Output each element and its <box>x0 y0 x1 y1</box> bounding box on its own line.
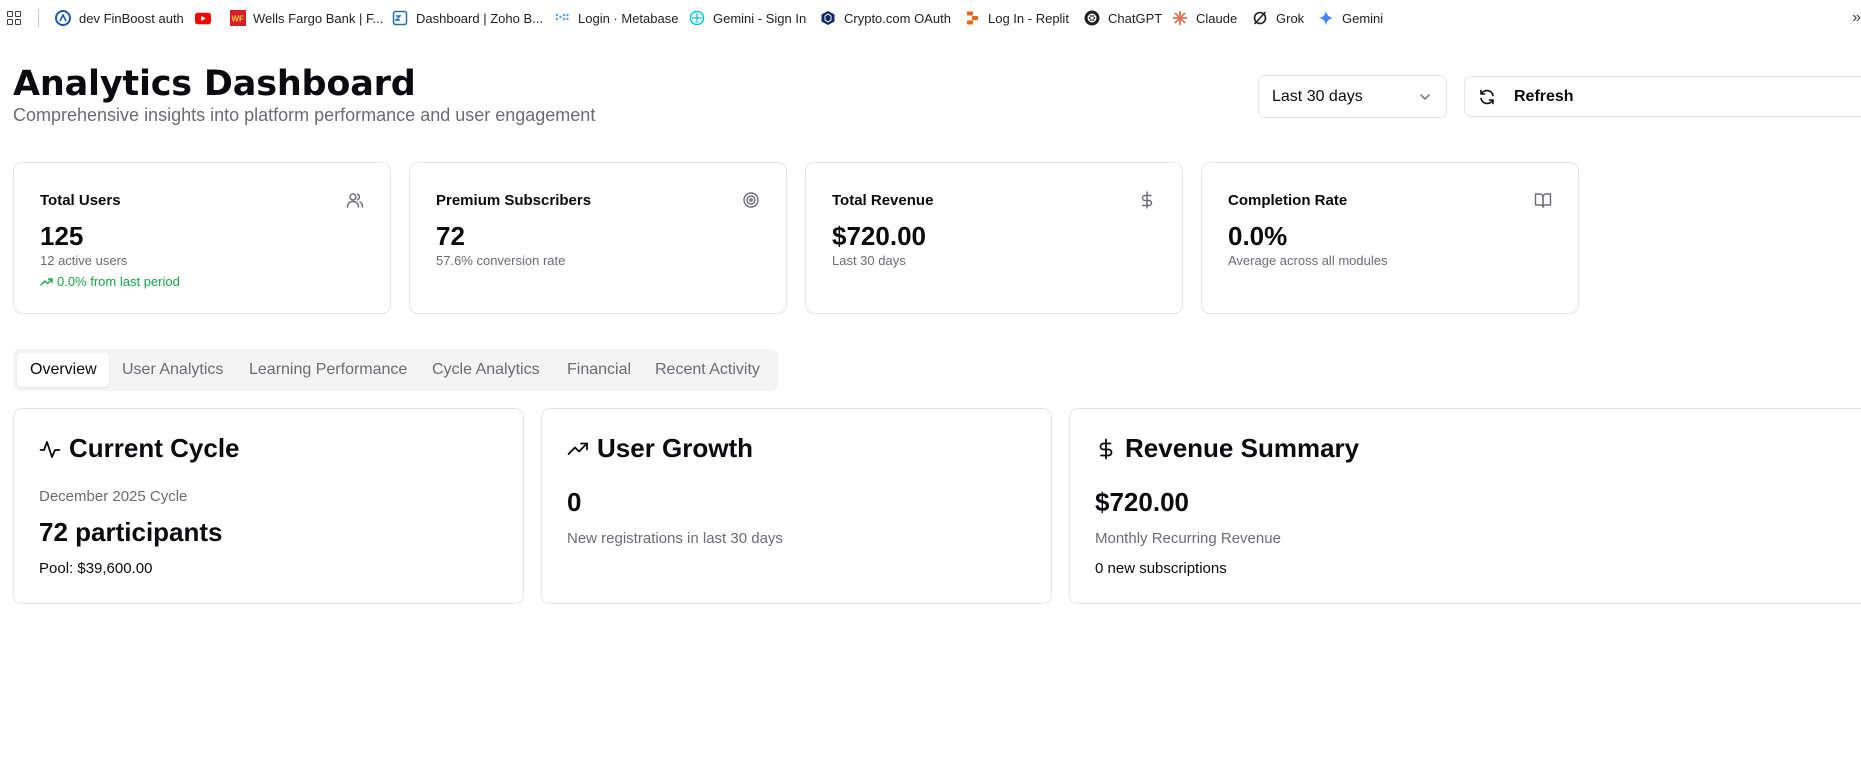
card-title: Current Cycle <box>69 433 240 463</box>
stat-value: $720.00 <box>832 221 926 251</box>
grok-icon <box>1252 10 1268 26</box>
stat-trend: 0.0% from last period <box>40 274 180 289</box>
bookmark-crypto[interactable]: Crypto.com OAuth <box>820 0 951 36</box>
cycle-name: December 2025 Cycle <box>39 488 188 505</box>
bookmark-label: Login · Metabase <box>578 10 679 26</box>
youtube-icon <box>195 10 211 26</box>
stat-subtext: 57.6% conversion rate <box>436 253 566 268</box>
replit-icon <box>964 10 980 26</box>
bookmark-label: Claude <box>1196 10 1238 26</box>
finboost-icon <box>55 10 71 26</box>
bookmark-claude[interactable]: Claude <box>1172 0 1237 36</box>
new-subscriptions: 0 new subscriptions <box>1095 560 1227 577</box>
bookmark-label: Log In - Replit <box>988 10 1069 26</box>
zoho-icon <box>392 10 408 26</box>
bookmarks-divider <box>38 9 39 27</box>
stat-label: Completion Rate <box>1228 192 1348 209</box>
dollar-icon <box>1141 191 1153 209</box>
stat-label: Total Users <box>40 192 121 209</box>
bookmark-chatgpt[interactable]: ChatGPT <box>1084 0 1162 36</box>
revenue-description: Monthly Recurring Revenue <box>1095 530 1281 547</box>
bookmark-label: Gemini - Sign In <box>713 10 807 26</box>
page-title: Analytics Dashboard <box>13 64 416 104</box>
bookmark-youtube[interactable] <box>195 0 219 36</box>
apps-grid-icon[interactable] <box>7 11 21 25</box>
stat-card-total-users: Total Users 125 12 active users 0.0% fro… <box>13 162 391 314</box>
tab-learning-performance[interactable]: Learning Performance <box>236 353 420 387</box>
more-bookmarks-icon[interactable]: » <box>1852 9 1861 27</box>
stat-label: Premium Subscribers <box>436 192 592 209</box>
gemini-icon <box>1318 10 1334 26</box>
bookmark-gemini[interactable]: Gemini <box>1318 0 1383 36</box>
stat-subtext: 12 active users <box>40 253 128 268</box>
stat-value: 72 <box>436 221 465 251</box>
bookmark-label: Dashboard | Zoho B... <box>416 10 543 26</box>
tab-cycle-analytics[interactable]: Cycle Analytics <box>419 353 553 387</box>
crypto-icon <box>820 10 836 26</box>
bookmark-wells-fargo[interactable]: WF Wells Fargo Bank | F... <box>230 0 383 36</box>
revenue-summary-card: Revenue Summary $720.00 Monthly Recurrin… <box>1069 408 1861 604</box>
metabase-icon <box>554 10 570 26</box>
date-range-value: Last 30 days <box>1272 87 1363 105</box>
revenue-value: $720.00 <box>1095 487 1189 517</box>
book-open-icon <box>1534 193 1552 208</box>
tab-recent-activity[interactable]: Recent Activity <box>642 353 773 387</box>
bookmark-label: Gemini <box>1342 10 1384 26</box>
wells-fargo-icon: WF <box>230 10 246 26</box>
stat-subtext: Last 30 days <box>832 253 906 268</box>
chevron-down-icon <box>1420 94 1430 100</box>
users-icon <box>346 193 364 208</box>
card-title: User Growth <box>597 433 754 463</box>
card-header: Current Cycle <box>39 433 240 464</box>
dashboard-tabs: Overview User Analytics Learning Perform… <box>13 349 778 391</box>
stat-card-total-revenue: Total Revenue $720.00 Last 30 days <box>805 162 1183 314</box>
user-growth-card: User Growth 0 New registrations in last … <box>541 408 1052 604</box>
stat-value: 0.0% <box>1228 221 1288 251</box>
bookmark-label: Grok <box>1276 10 1305 26</box>
refresh-button[interactable]: Refresh <box>1464 76 1861 117</box>
cycle-participants: 72 participants <box>39 517 223 547</box>
tab-user-analytics[interactable]: User Analytics <box>109 353 236 387</box>
refresh-label: Refresh <box>1514 87 1574 105</box>
stat-card-completion-rate: Completion Rate 0.0% Average across all … <box>1201 162 1579 314</box>
date-range-select[interactable]: Last 30 days <box>1258 75 1447 118</box>
bookmark-label: ChatGPT <box>1108 10 1163 26</box>
refresh-icon <box>1480 89 1494 104</box>
activity-icon <box>39 440 61 458</box>
bookmark-gemini-signin[interactable]: Gemini - Sign In <box>689 0 806 36</box>
claude-icon <box>1172 10 1188 26</box>
bookmark-metabase[interactable]: Login · Metabase <box>554 0 678 36</box>
trending-up-icon <box>40 278 53 286</box>
stat-value: 125 <box>40 221 84 251</box>
growth-description: New registrations in last 30 days <box>567 530 783 547</box>
tab-financial[interactable]: Financial <box>554 353 644 387</box>
cycle-pool: Pool: $39,600.00 <box>39 560 153 577</box>
trending-up-icon <box>567 442 588 455</box>
gemini-signin-icon <box>689 10 705 26</box>
bookmark-finboost[interactable]: dev FinBoost auth <box>55 0 184 36</box>
bookmark-label: Wells Fargo Bank | F... <box>253 10 384 26</box>
card-header: User Growth <box>567 433 753 464</box>
svg-text:WF: WF <box>232 15 245 24</box>
bookmark-label: dev FinBoost auth <box>79 10 184 26</box>
card-header: Revenue Summary <box>1095 433 1359 464</box>
stat-label: Total Revenue <box>832 192 934 209</box>
page-subtitle: Comprehensive insights into platform per… <box>13 105 596 125</box>
bookmark-replit[interactable]: Log In - Replit <box>964 0 1069 36</box>
stat-subtext: Average across all modules <box>1228 253 1388 268</box>
current-cycle-card: Current Cycle December 2025 Cycle 72 par… <box>13 408 524 604</box>
bookmark-grok[interactable]: Grok <box>1252 0 1304 36</box>
card-title: Revenue Summary <box>1125 433 1360 463</box>
stat-trend-label: 0.0% from last period <box>57 274 180 289</box>
stat-card-premium-subscribers: Premium Subscribers 72 57.6% conversion … <box>409 162 787 314</box>
tab-overview[interactable]: Overview <box>17 353 109 387</box>
bookmark-label: Crypto.com OAuth <box>844 10 951 26</box>
chatgpt-icon <box>1084 10 1100 26</box>
growth-value: 0 <box>567 487 582 517</box>
bookmarks-bar: dev FinBoost auth WF Wells Fargo Bank | … <box>0 0 1861 36</box>
dollar-icon <box>1099 438 1113 459</box>
target-icon <box>743 192 759 208</box>
bookmark-zoho[interactable]: Dashboard | Zoho B... <box>392 0 543 36</box>
